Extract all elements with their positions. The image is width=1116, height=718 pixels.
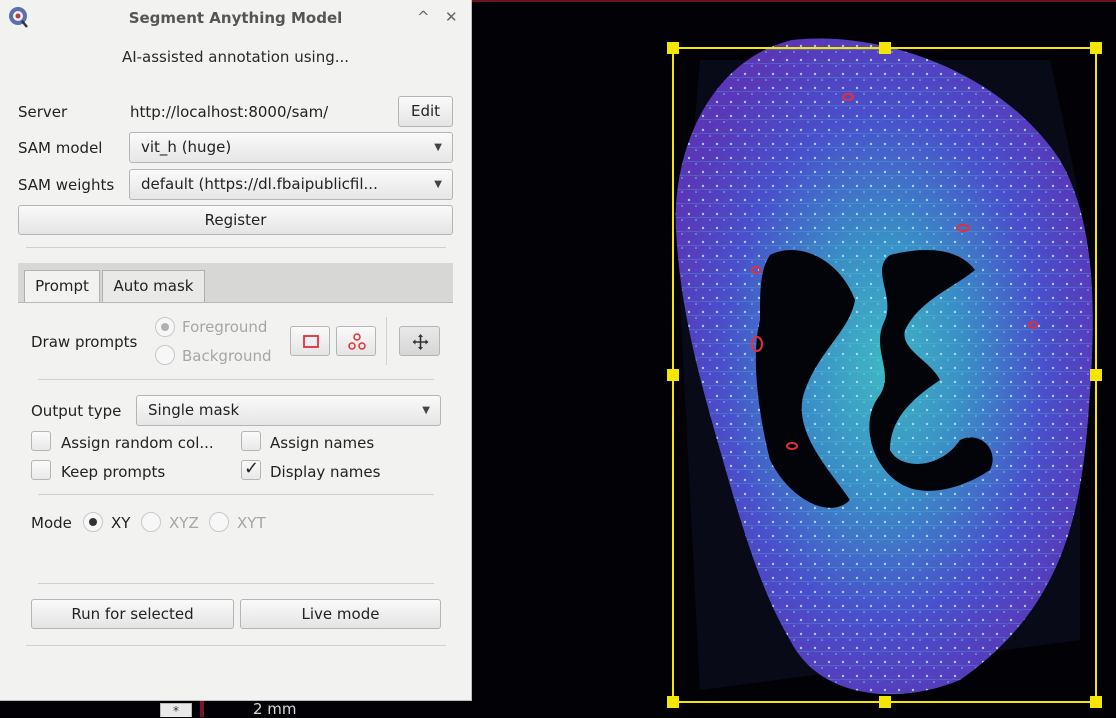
assign-random-colors-checkbox[interactable] — [31, 431, 51, 451]
scalebar-label: 2 mm — [253, 700, 297, 718]
separator — [26, 645, 446, 646]
output-type-label: Output type — [31, 402, 122, 420]
assign-names-checkbox[interactable] — [241, 431, 261, 451]
mode-xy-label: XY — [111, 514, 131, 532]
rectangle-tool-button[interactable] — [290, 326, 330, 356]
sam-weights-label: SAM weights — [18, 176, 115, 194]
corner-widget[interactable]: * — [160, 703, 192, 718]
mode-xy-radio[interactable] — [83, 512, 103, 532]
separator — [38, 583, 434, 584]
run-for-selected-button[interactable]: Run for selected — [31, 599, 234, 629]
edit-button[interactable]: Edit — [398, 96, 453, 127]
server-url: http://localhost:8000/sam/ — [130, 103, 329, 121]
assign-random-colors-label: Assign random col... — [61, 434, 214, 452]
foreground-label: Foreground — [182, 318, 268, 336]
sam-weights-value: default (https://dl.fbaipublicfil... — [141, 175, 378, 193]
mode-xyt-label: XYT — [237, 514, 266, 532]
separator — [38, 494, 434, 495]
foreground-radio[interactable] — [155, 317, 175, 337]
titlebar[interactable]: Segment Anything Model ^ ✕ — [0, 0, 471, 36]
mode-label: Mode — [31, 514, 72, 532]
move-icon — [412, 334, 429, 350]
tab-prompt[interactable]: Prompt — [24, 270, 100, 302]
points-icon — [348, 333, 366, 350]
draw-prompts-label: Draw prompts — [31, 333, 138, 351]
output-type-value: Single mask — [148, 401, 240, 419]
mode-xyz-label: XYZ — [169, 514, 199, 532]
mode-xyz-radio[interactable] — [141, 512, 161, 532]
register-button[interactable]: Register — [18, 205, 453, 235]
tab-auto-mask[interactable]: Auto mask — [102, 270, 205, 302]
mode-xyt-radio[interactable] — [209, 512, 229, 532]
display-names-checkbox[interactable]: ✓ — [241, 458, 261, 480]
sam-weights-select[interactable]: default (https://dl.fbaipublicfil... ▼ — [129, 169, 453, 200]
chevron-down-icon: ▼ — [422, 405, 430, 416]
chevron-down-icon: ▼ — [434, 142, 442, 153]
vertical-separator — [386, 317, 387, 365]
points-tool-button[interactable] — [336, 326, 376, 356]
move-tool-button[interactable] — [399, 326, 440, 356]
window-title: Segment Anything Model — [128, 9, 343, 27]
chevron-down-icon: ▼ — [434, 179, 442, 190]
subtitle: AI-assisted annotation using... — [121, 48, 350, 66]
display-names-label: Display names — [270, 463, 381, 481]
live-mode-button[interactable]: Live mode — [240, 599, 441, 629]
close-icon[interactable]: ✕ — [445, 8, 458, 26]
keep-prompts-checkbox[interactable] — [31, 460, 51, 480]
sam-model-value: vit_h (huge) — [141, 138, 232, 156]
output-type-select[interactable]: Single mask ▼ — [136, 395, 441, 426]
background-label: Background — [182, 347, 272, 365]
separator — [38, 379, 434, 380]
collapse-icon[interactable]: ^ — [417, 8, 430, 26]
sam-model-label: SAM model — [18, 139, 103, 157]
server-label: Server — [18, 103, 68, 121]
background-radio[interactable] — [155, 345, 175, 365]
checkmark-icon: ✓ — [244, 458, 260, 479]
rectangle-icon — [303, 335, 319, 348]
sam-dialog: Segment Anything Model ^ ✕ AI-assisted a… — [0, 0, 472, 701]
separator — [26, 247, 446, 248]
sam-model-select[interactable]: vit_h (huge) ▼ — [129, 132, 453, 163]
assign-names-label: Assign names — [270, 434, 375, 452]
keep-prompts-label: Keep prompts — [61, 463, 166, 481]
